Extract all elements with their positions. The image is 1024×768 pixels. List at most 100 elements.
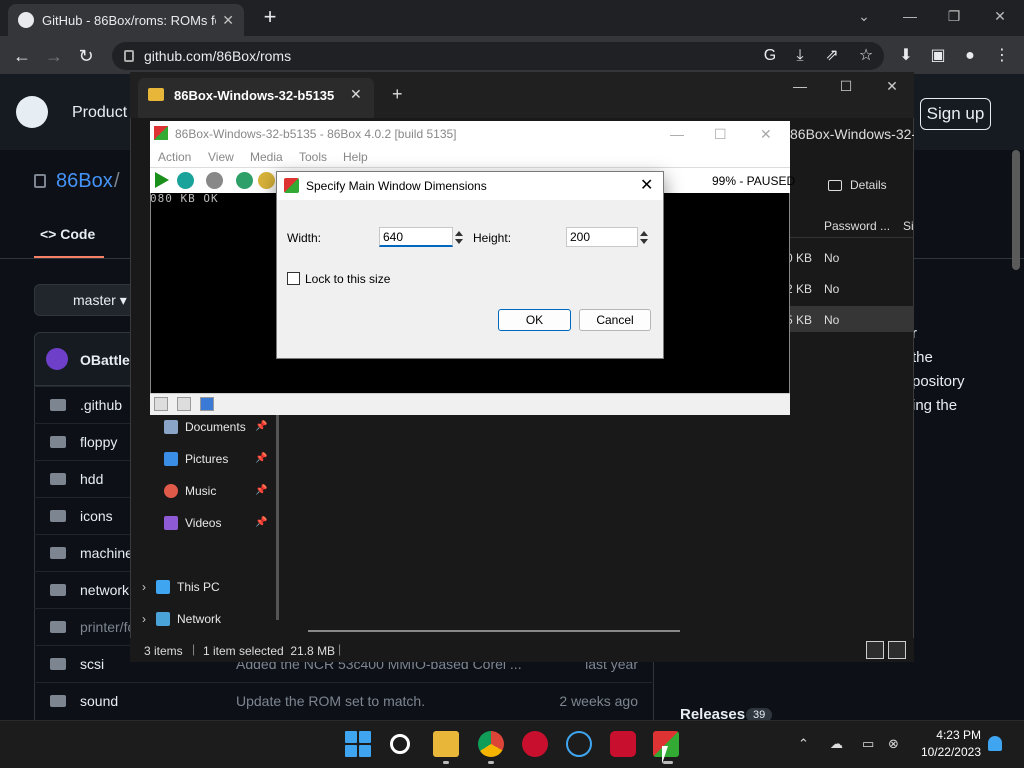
nav-item-this-pc[interactable]: › This PC: [142, 580, 220, 594]
file-name[interactable]: .github: [80, 397, 122, 413]
repo-owner-link[interactable]: 86Box: [56, 170, 113, 193]
ok-button[interactable]: OK: [498, 309, 571, 331]
menu-action[interactable]: Action: [158, 150, 191, 164]
back-arrow-icon[interactable]: ←: [10, 44, 34, 68]
app-icon[interactable]: [566, 731, 592, 757]
forward-arrow-icon[interactable]: →: [42, 44, 66, 68]
tab-code[interactable]: <> Code: [40, 226, 95, 242]
close-tab-icon[interactable]: ✕: [222, 12, 234, 29]
width-stepper[interactable]: [453, 227, 465, 247]
height-input[interactable]: 200: [566, 227, 638, 247]
menu-kebab-icon[interactable]: ⋮: [990, 44, 1014, 68]
pin-icon[interactable]: 📌: [255, 517, 267, 528]
nav-item-videos[interactable]: Videos: [164, 516, 221, 530]
share-icon[interactable]: ⇗: [820, 44, 844, 68]
google-lens-icon[interactable]: G: [758, 44, 782, 68]
clock-time[interactable]: 4:23 PM: [925, 728, 981, 742]
lock-size-checkbox[interactable]: [287, 272, 300, 285]
cancel-button[interactable]: Cancel: [579, 309, 651, 331]
menu-tools[interactable]: Tools: [299, 150, 327, 164]
search-icon[interactable]: [390, 734, 410, 754]
minimize-button[interactable]: —: [670, 126, 684, 142]
sign-up-button[interactable]: Sign up: [920, 98, 991, 130]
cloud-icon[interactable]: ☁: [830, 736, 843, 752]
branch-select[interactable]: master ▾: [34, 284, 144, 316]
chevron-up-icon[interactable]: [455, 231, 463, 236]
commit-author[interactable]: OBattler: [80, 352, 135, 368]
file-name[interactable]: scsi: [80, 656, 104, 672]
file-name[interactable]: floppy: [80, 434, 117, 450]
avatar[interactable]: [46, 348, 68, 370]
clock-date[interactable]: 10/22/2023: [915, 745, 981, 759]
close-window-button[interactable]: ✕: [872, 78, 912, 96]
cdrom-drive-icon[interactable]: [177, 397, 191, 411]
height-stepper[interactable]: [638, 227, 650, 247]
profile-icon[interactable]: ●: [958, 44, 982, 68]
horizontal-scrollbar[interactable]: [308, 630, 680, 632]
power-icon[interactable]: [206, 172, 223, 189]
settings-icon[interactable]: [258, 172, 275, 189]
minimize-button[interactable]: —: [888, 4, 932, 28]
chevron-right-icon[interactable]: ›: [142, 580, 146, 594]
chevron-right-icon[interactable]: ›: [142, 612, 146, 626]
downloads-icon[interactable]: ⬇: [894, 44, 918, 68]
nav-pane-scrollbar[interactable]: [276, 410, 279, 620]
close-icon[interactable]: ✕: [640, 175, 653, 195]
page-scrollbar[interactable]: [1012, 150, 1020, 270]
chevron-down-icon[interactable]: [640, 239, 648, 244]
chevron-down-icon[interactable]: [455, 239, 463, 244]
tab-search-icon[interactable]: ⌄: [842, 4, 886, 28]
side-panel-icon[interactable]: ▣: [926, 44, 950, 68]
close-tab-icon[interactable]: ✕: [350, 86, 362, 103]
nav-item-music[interactable]: Music: [164, 484, 216, 498]
file-name[interactable]: network: [80, 582, 129, 598]
file-explorer-icon[interactable]: [433, 731, 459, 757]
file-name[interactable]: icons: [80, 508, 113, 524]
column-header-password[interactable]: Password ...: [824, 219, 890, 233]
play-icon[interactable]: [155, 172, 169, 188]
details-view-icon[interactable]: [866, 641, 884, 659]
nav-item-pictures[interactable]: Pictures: [164, 452, 228, 466]
reload-icon[interactable]: ↻: [74, 44, 98, 68]
chevron-up-icon[interactable]: ⌃: [798, 736, 809, 752]
chrome-icon[interactable]: [478, 731, 504, 757]
nav-item-network[interactable]: › Network: [142, 612, 221, 626]
display-icon[interactable]: ▭: [862, 736, 874, 752]
table-row[interactable]: sound Update the ROM set to match. 2 weeks…: [34, 682, 654, 719]
pin-icon[interactable]: 📌: [255, 485, 267, 496]
volume-muted-icon[interactable]: ⊗: [888, 736, 899, 752]
start-button[interactable]: [345, 731, 371, 757]
floppy-drive-icon[interactable]: [154, 397, 168, 411]
restore-button[interactable]: ❐: [932, 4, 976, 28]
bookmark-star-icon[interactable]: ☆: [854, 44, 878, 68]
new-tab-button[interactable]: +: [258, 4, 282, 30]
github-logo-icon[interactable]: [16, 96, 48, 128]
screen-recorder-icon[interactable]: [610, 731, 636, 757]
reset-icon[interactable]: [177, 172, 194, 189]
details-button[interactable]: Details: [828, 178, 887, 192]
notification-bell-icon[interactable]: [988, 736, 1002, 751]
ctrl-alt-del-icon[interactable]: [236, 172, 253, 189]
minimize-button[interactable]: —: [780, 78, 820, 96]
commit-message[interactable]: Update the ROM set to match.: [236, 693, 425, 709]
column-header-size[interactable]: Si: [903, 219, 914, 233]
install-app-icon[interactable]: ⤓: [788, 44, 812, 68]
menu-media[interactable]: Media: [250, 150, 283, 164]
menu-help[interactable]: Help: [343, 150, 368, 164]
close-window-button[interactable]: ✕: [760, 126, 772, 143]
sound-icon[interactable]: [200, 397, 214, 411]
pin-icon[interactable]: 📌: [255, 453, 267, 464]
file-name[interactable]: hdd: [80, 471, 103, 487]
lock-size-label[interactable]: Lock to this size: [305, 272, 390, 286]
menu-view[interactable]: View: [208, 150, 234, 164]
pin-icon[interactable]: 📌: [255, 421, 267, 432]
close-window-button[interactable]: ✕: [978, 4, 1022, 28]
file-name[interactable]: sound: [80, 693, 118, 709]
app-icon[interactable]: [522, 731, 548, 757]
new-tab-button[interactable]: +: [392, 84, 403, 105]
maximize-button[interactable]: ☐: [714, 126, 727, 143]
nav-item-documents[interactable]: Documents: [164, 420, 246, 434]
tiles-view-icon[interactable]: [888, 641, 906, 659]
explorer-breadcrumb[interactable]: 86Box-Windows-32-b: [790, 126, 914, 142]
browser-tab-github[interactable]: GitHub - 86Box/roms: ROMs for ✕: [8, 4, 244, 36]
